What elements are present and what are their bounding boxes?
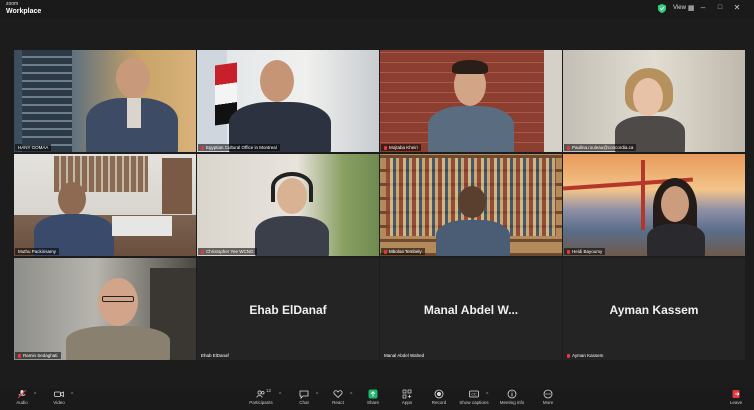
app-brand: zoom Workplace — [6, 1, 42, 16]
brand-small-label: zoom — [6, 1, 19, 7]
leave-door-icon — [732, 390, 740, 398]
participant-name: Ramin Sedaghati — [15, 352, 61, 359]
close-icon[interactable]: ✕ — [732, 3, 742, 13]
show-captions-label: Show captions — [459, 400, 489, 405]
participant-name: Mboloa Tembely — [381, 248, 425, 255]
minimize-icon[interactable]: – — [698, 3, 708, 13]
info-icon — [507, 389, 517, 399]
brand-name-label: Workplace — [6, 8, 42, 15]
maximize-icon[interactable]: □ — [715, 3, 725, 13]
participant-tile[interactable]: Ramin Sedaghati — [14, 258, 196, 360]
gallery-view: HANY GOMAA Egyptian Cultural Office in M… — [0, 18, 754, 388]
participant-display-name: Ehab ElDanaf — [249, 302, 327, 317]
participant-tile[interactable]: Ayman Kassem Ayman Kassem — [563, 258, 745, 360]
participant-video — [197, 50, 379, 152]
react-label: React — [332, 400, 344, 405]
record-label: Record — [431, 400, 447, 405]
participant-tile[interactable]: Paulina.rouleau@concordia.ca — [563, 50, 745, 152]
participant-tile[interactable]: Egyptian Cultural Office in Montreal — [197, 50, 379, 152]
share-button[interactable]: Share — [356, 389, 390, 405]
participant-name: Manal Abdel Wahed — [384, 353, 425, 358]
participant-video — [14, 258, 196, 360]
muted-mic-icon — [201, 145, 204, 150]
chat-label: Chat — [299, 400, 309, 405]
title-bar: zoom Workplace View ▦ – □ ✕ — [0, 0, 754, 18]
video-label: Video — [53, 400, 65, 405]
more-label: More — [542, 400, 554, 405]
grid-view-icon: ▦ — [687, 5, 695, 12]
react-options-caret-icon[interactable]: ^ — [350, 392, 352, 398]
participant-video — [563, 154, 745, 256]
video-options-caret-icon[interactable]: ^ — [71, 392, 73, 398]
participant-name: Mojtaba Kheiri — [381, 144, 421, 151]
participants-icon — [256, 390, 265, 398]
muted-mic-icon — [17, 389, 27, 399]
share-screen-icon — [368, 389, 378, 399]
muted-mic-icon — [567, 353, 570, 358]
record-button[interactable]: Record — [422, 389, 456, 405]
chat-options-caret-icon[interactable]: ^ — [316, 392, 318, 398]
share-label: Share — [366, 400, 379, 405]
participant-name: Muthu Packirisamy — [15, 248, 60, 255]
heart-icon — [333, 390, 343, 399]
participant-name: Egyptian Cultural Office in Montreal — [198, 144, 280, 151]
chat-bubble-icon — [299, 390, 309, 399]
participant-display-name: Manal Abdel W... — [423, 302, 519, 317]
participant-video — [380, 154, 562, 256]
participants-button[interactable]: 12 Participants — [244, 388, 278, 405]
participant-name: Ehab ElDanaf — [201, 353, 229, 358]
participants-options-caret-icon[interactable]: ^ — [279, 392, 281, 398]
view-label: View — [673, 5, 686, 11]
muted-mic-icon — [384, 145, 387, 150]
record-icon — [434, 389, 444, 399]
muted-mic-icon — [567, 145, 570, 150]
participant-display-name: Ayman Kassem — [609, 302, 699, 317]
more-button[interactable]: More — [531, 389, 565, 405]
participant-name: Paulina.rouleau@concordia.ca — [564, 144, 637, 151]
participant-tile[interactable]: Ehab ElDanaf Ehab ElDanaf — [197, 258, 379, 360]
captions-icon: CC — [469, 390, 479, 398]
muted-mic-icon — [384, 249, 387, 254]
muted-mic-icon — [201, 249, 204, 254]
participant-tile[interactable]: Manal Abdel W... Manal Abdel Wahed — [380, 258, 562, 360]
apps-button[interactable]: Apps — [390, 389, 424, 405]
participant-video — [14, 154, 196, 256]
encryption-shield-icon[interactable] — [658, 4, 666, 13]
participant-name: Christopher Yee WCNG — [198, 248, 257, 255]
captions-options-caret-icon[interactable]: ^ — [486, 392, 488, 398]
participant-video — [380, 50, 562, 152]
muted-mic-icon — [567, 249, 570, 254]
audio-label: Audio — [16, 400, 28, 405]
leave-button[interactable]: Leave — [722, 389, 750, 405]
participant-tile[interactable]: HANY GOMAA — [14, 50, 196, 152]
participant-tile[interactable]: Mboloa Tembely — [380, 154, 562, 256]
participant-name: HANY GOMAA — [15, 144, 52, 151]
participants-label: Participants — [249, 400, 273, 405]
apps-grid-icon — [402, 389, 412, 399]
participant-tile[interactable]: Christopher Yee WCNG — [197, 154, 379, 256]
muted-mic-icon — [18, 353, 21, 358]
more-dots-icon — [543, 389, 553, 399]
meeting-toolbar: Audio ^ Video ^ 12 Participants ^ Chat ^… — [0, 388, 754, 410]
participant-name: Heidi Bayoumy — [564, 248, 606, 255]
meeting-info-label: Meeting info — [499, 400, 525, 405]
participants-count: 12 — [266, 388, 272, 393]
participant-tile[interactable]: Heidi Bayoumy — [563, 154, 745, 256]
participant-tile[interactable]: Muthu Packirisamy — [14, 154, 196, 256]
participant-video — [563, 50, 745, 152]
meeting-info-button[interactable]: Meeting info — [495, 389, 529, 405]
leave-label: Leave — [729, 400, 743, 405]
audio-options-caret-icon[interactable]: ^ — [34, 392, 36, 398]
view-button[interactable]: View ▦ — [673, 4, 695, 12]
video-camera-icon — [54, 391, 64, 398]
participant-tile[interactable]: Mojtaba Kheiri — [380, 50, 562, 152]
participant-video — [14, 50, 196, 152]
participant-name: Ayman Kassem — [564, 352, 606, 359]
apps-label: Apps — [401, 400, 413, 405]
svg-text:CC: CC — [471, 393, 477, 397]
participant-video — [197, 154, 379, 256]
